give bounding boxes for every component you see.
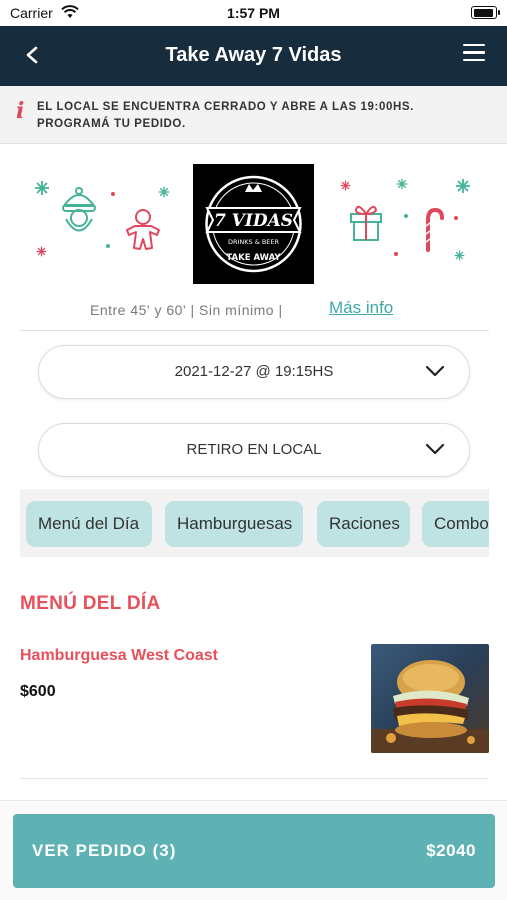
view-order-button[interactable]: VER PEDIDO (3) $2040 (13, 814, 495, 888)
app-header: Take Away 7 Vidas (0, 26, 507, 86)
page-title: Take Away 7 Vidas (165, 44, 342, 66)
battery-icon (471, 6, 500, 19)
closed-notice: i EL LOCAL SE ENCUENTRA CERRADO Y ABRE A… (0, 86, 507, 144)
status-bar: Carrier 1:57 PM (0, 0, 507, 26)
delivery-mode-select[interactable]: RETIRO EN LOCAL (38, 423, 470, 477)
chevron-down-icon (425, 443, 445, 455)
view-order-label: VER PEDIDO (3) (32, 841, 177, 860)
category-tab-hamburguesas[interactable]: Hamburguesas (165, 501, 303, 547)
divider (20, 778, 489, 779)
section-title: MENÚ DEL DÍA (20, 593, 161, 614)
more-info-link[interactable]: Más info (329, 298, 393, 318)
sparkle-icon (111, 192, 115, 196)
gingerbread-icon (126, 209, 160, 250)
burger-photo (371, 644, 489, 753)
menu-item-price: $600 (20, 683, 56, 700)
category-tabs: Menú del Día Hamburguesas Raciones Combo… (20, 489, 489, 557)
schedule-select-value: 2021-12-27 @ 19:15HS (174, 363, 334, 380)
chevron-down-icon (425, 365, 445, 377)
snowflake-icon (454, 250, 465, 261)
logo-tagline: DRINKS & BEER (228, 238, 280, 246)
snowflake-icon (456, 179, 470, 193)
sparkle-icon (404, 214, 408, 218)
logo-mark: 7 VIDAS DRINKS & BEER TAKE AWAY (205, 175, 302, 273)
category-tab-menu-del-dia[interactable]: Menú del Día (26, 501, 152, 547)
logo-brand: 7 VIDAS (214, 211, 293, 231)
info-icon: i (16, 98, 25, 124)
delivery-info: Entre 45' y 60' | Sin mínimo | Más info (0, 297, 507, 323)
delivery-time-text: Entre 45' y 60' | Sin mínimo | (90, 302, 283, 318)
notice-text: EL LOCAL SE ENCUENTRA CERRADO Y ABRE A L… (37, 101, 414, 130)
sparkle-icon (106, 244, 110, 248)
store-logo: 7 VIDAS DRINKS & BEER TAKE AWAY (193, 164, 314, 284)
gift-icon (350, 205, 382, 241)
candy-cane-icon (425, 207, 444, 252)
delivery-mode-select-value: RETIRO EN LOCAL (186, 441, 322, 458)
clock: 1:57 PM (227, 5, 280, 21)
hamburger-menu-icon[interactable] (463, 44, 485, 62)
sparkle-icon (394, 252, 398, 256)
category-tab-raciones[interactable]: Raciones (317, 501, 410, 547)
snowflake-icon (35, 181, 49, 195)
divider (20, 330, 489, 331)
snowflake-icon (396, 178, 408, 190)
store-banner: 7 VIDAS DRINKS & BEER TAKE AWAY (0, 150, 507, 290)
category-tab-combos[interactable]: Combos (422, 501, 489, 547)
order-total: $2040 (426, 841, 476, 860)
menu-item-name[interactable]: Hamburguesa West Coast (20, 647, 218, 665)
snowflake-icon (36, 246, 47, 257)
santa-icon (62, 187, 96, 232)
logo-subtitle: TAKE AWAY (226, 253, 281, 263)
schedule-select[interactable]: 2021-12-27 @ 19:15HS (38, 345, 470, 399)
sparkle-icon (454, 216, 458, 220)
menu-item-image[interactable] (371, 644, 489, 753)
snowflake-icon (340, 180, 351, 191)
snowflake-icon (158, 186, 170, 198)
